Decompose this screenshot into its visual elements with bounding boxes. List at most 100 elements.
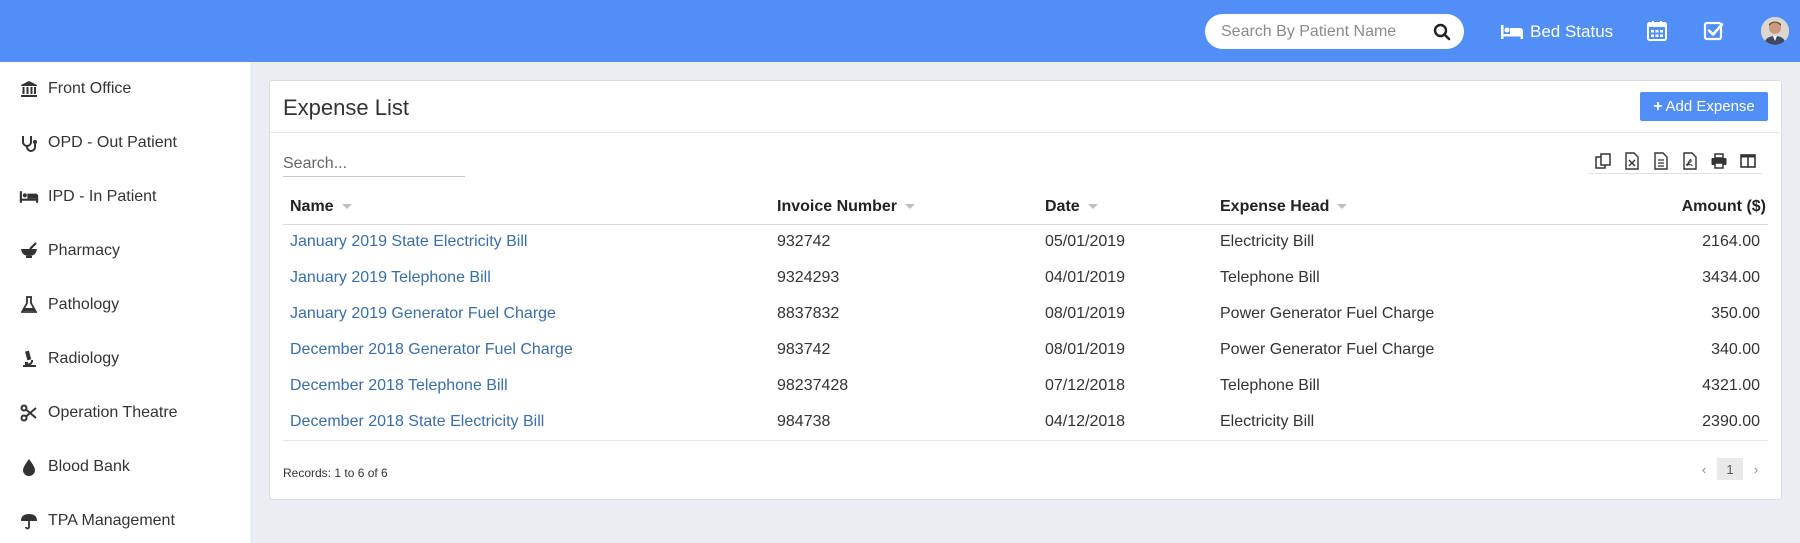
invoice-cell: 932742 [770, 224, 1038, 261]
sort-caret-icon [905, 204, 916, 210]
table-row: December 2018 Telephone Bill 98237428 07… [283, 368, 1768, 405]
umbrella-icon [19, 511, 39, 531]
header-divider [270, 132, 1781, 133]
date-cell: 08/01/2019 [1038, 296, 1213, 333]
column-header-invoice[interactable]: Invoice Number [770, 190, 1038, 225]
date-cell: 07/12/2018 [1038, 368, 1213, 405]
search-icon[interactable] [1433, 23, 1451, 41]
page-button-current[interactable]: 1 [1717, 458, 1743, 480]
expense-name-link[interactable]: January 2019 State Electricity Bill [290, 233, 527, 250]
mortar-pestle-icon [19, 241, 39, 261]
task-checkbox-icon[interactable] [1702, 19, 1726, 43]
column-label: Expense Head [1220, 197, 1330, 215]
sidebar-item-operation-theatre[interactable]: Operation Theatre [0, 393, 250, 433]
date-cell: 05/01/2019 [1038, 224, 1213, 261]
sidebar-item-label: Blood Bank [48, 458, 130, 475]
copy-icon[interactable] [1588, 148, 1617, 174]
expense-name-link[interactable]: December 2018 State Electricity Bill [290, 413, 544, 430]
calendar-icon[interactable] [1645, 19, 1669, 43]
sort-caret-icon [1337, 204, 1348, 210]
amount-cell: 350.00 [1533, 296, 1768, 333]
building-icon [19, 79, 39, 99]
user-avatar[interactable] [1761, 17, 1789, 45]
table-search-input[interactable] [283, 151, 465, 177]
patient-search-box[interactable] [1205, 14, 1464, 49]
pdf-icon[interactable] [1675, 148, 1704, 174]
blood-drop-icon [19, 457, 39, 477]
avatar-image [1761, 17, 1789, 45]
column-label: Invoice Number [777, 197, 898, 215]
table-header-row: Name Invoice Number Date Expense Head Am… [283, 190, 1768, 225]
scissors-icon [19, 403, 39, 423]
expense-list-panel: Expense List + Add Expense Name Invoic [269, 80, 1782, 500]
expense-name-link[interactable]: January 2019 Generator Fuel Charge [290, 305, 556, 322]
expense-name-link[interactable]: January 2019 Telephone Bill [290, 269, 491, 286]
flask-icon [19, 295, 39, 315]
plus-icon: + [1653, 97, 1663, 115]
sidebar-item-front-office[interactable]: Front Office [0, 69, 250, 109]
sidebar-item-label: IPD - In Patient [48, 188, 157, 205]
bed-status-label[interactable]: Bed Status [1530, 22, 1613, 42]
column-header-expense-head[interactable]: Expense Head [1213, 190, 1533, 225]
sort-caret-icon [1087, 204, 1098, 210]
bed-status-link[interactable]: Bed Status [1500, 18, 1613, 46]
sidebar-item-opd[interactable]: OPD - Out Patient [0, 123, 250, 163]
bed-icon [19, 187, 39, 207]
expense-name-link[interactable]: December 2018 Generator Fuel Charge [290, 341, 573, 358]
pagination: ‹ 1 › [1691, 458, 1769, 480]
sidebar-item-pharmacy[interactable]: Pharmacy [0, 231, 250, 271]
sidebar: Front Office OPD - Out Patient IPD - In … [0, 62, 250, 543]
sidebar-item-blood-bank[interactable]: Blood Bank [0, 447, 250, 487]
sidebar-item-label: Operation Theatre [48, 404, 178, 421]
excel-icon[interactable] [1617, 148, 1646, 174]
stethoscope-icon [19, 133, 39, 153]
column-label: Amount ($) [1681, 197, 1766, 215]
date-cell: 04/12/2018 [1038, 404, 1213, 441]
sidebar-item-label: Radiology [48, 350, 120, 367]
sidebar-item-label: Front Office [48, 80, 132, 97]
amount-cell: 3434.00 [1533, 260, 1768, 297]
records-count: Records: 1 to 6 of 6 [283, 466, 388, 480]
amount-cell: 4321.00 [1533, 368, 1768, 405]
sidebar-item-pathology[interactable]: Pathology [0, 285, 250, 325]
date-cell: 08/01/2019 [1038, 332, 1213, 369]
microscope-icon [19, 349, 39, 369]
sidebar-item-label: TPA Management [48, 512, 175, 529]
expense-name-link[interactable]: December 2018 Telephone Bill [290, 377, 508, 394]
print-icon[interactable] [1704, 148, 1733, 174]
export-toolbar [1588, 148, 1762, 174]
sidebar-item-tpa-management[interactable]: TPA Management [0, 501, 250, 541]
sidebar-item-radiology[interactable]: Radiology [0, 339, 250, 379]
column-label: Name [290, 197, 334, 215]
sidebar-item-label: Pharmacy [48, 242, 121, 259]
sidebar-item-label: Pathology [48, 296, 120, 313]
column-header-amount[interactable]: Amount ($) [1533, 190, 1768, 225]
page-title: Expense List [283, 95, 409, 120]
expense-head-cell: Power Generator Fuel Charge [1213, 296, 1533, 333]
column-header-date[interactable]: Date [1038, 190, 1213, 225]
table-row: December 2018 Generator Fuel Charge 9837… [283, 332, 1768, 369]
csv-icon[interactable] [1646, 148, 1675, 174]
top-navbar: Bed Status [0, 0, 1800, 62]
expense-table: Name Invoice Number Date Expense Head Am… [283, 190, 1768, 441]
expense-head-cell: Electricity Bill [1213, 224, 1533, 261]
columns-icon[interactable] [1733, 148, 1762, 174]
amount-cell: 2164.00 [1533, 224, 1768, 261]
table-row: December 2018 State Electricity Bill 984… [283, 404, 1768, 441]
next-page-button[interactable]: › [1743, 458, 1769, 480]
invoice-cell: 9324293 [770, 260, 1038, 297]
add-expense-label: Add Expense [1665, 98, 1755, 115]
patient-search-input[interactable] [1221, 21, 1421, 43]
invoice-cell: 984738 [770, 404, 1038, 441]
sidebar-item-ipd[interactable]: IPD - In Patient [0, 177, 250, 217]
bed-icon [1501, 25, 1523, 39]
prev-page-button[interactable]: ‹ [1691, 458, 1717, 480]
date-cell: 04/01/2019 [1038, 260, 1213, 297]
sidebar-item-label: OPD - Out Patient [48, 134, 177, 151]
expense-head-cell: Electricity Bill [1213, 404, 1533, 441]
add-expense-button[interactable]: + Add Expense [1640, 92, 1768, 121]
sort-caret-icon [341, 204, 352, 210]
expense-head-cell: Telephone Bill [1213, 260, 1533, 297]
column-header-name[interactable]: Name [283, 190, 770, 225]
table-row: January 2019 Telephone Bill 9324293 04/0… [283, 260, 1768, 297]
